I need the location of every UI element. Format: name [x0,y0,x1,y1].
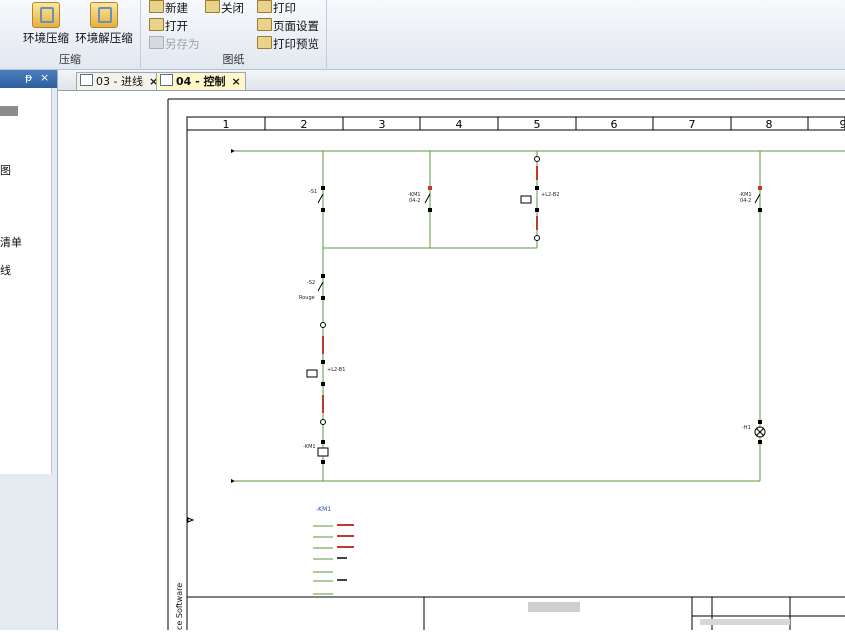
pin-icon[interactable]: ᵽ [25,71,32,84]
schematic-drawing: 1 2 3 4 5 6 7 8 9 [58,91,845,630]
save-as-icon [149,36,164,49]
print-preview-label: 打印预览 [273,37,319,51]
ribbon-group-compress: 环境压缩 环境解压缩 压缩 [0,0,141,68]
column-header-strip [187,117,845,130]
s1-contact[interactable] [318,186,325,212]
close-label: 关闭 [221,1,244,15]
l2-b1-label: +L2-B1 [327,367,345,373]
column-number: 3 [379,118,386,131]
new-icon [149,0,164,13]
column-number: 6 [611,118,618,131]
tab-close-icon[interactable]: × [232,75,241,88]
page-setup-button[interactable]: 页面设置 [257,18,319,35]
ribbon-toolbar: 环境压缩 环境解压缩 压缩 新建 关闭 打印 打开 页面设置 另存为 打印预览 … [0,0,845,70]
folder-close-icon [205,0,220,13]
km1-coil[interactable] [318,440,328,464]
open-label: 打开 [165,19,188,33]
drawing-icon [160,74,173,86]
tab-label: 03 - 进线 [96,75,143,88]
terminal [321,420,326,425]
page-setup-label: 页面设置 [273,19,319,33]
drawing-canvas[interactable]: 1 2 3 4 5 6 7 8 9 [58,91,845,630]
env-decompress-label: 环境解压缩 [75,31,133,45]
document-tabs: 03 - 进线× 04 - 控制 × [58,70,845,91]
ribbon-group-drawing: 新建 关闭 打印 打开 页面设置 另存为 打印预览 图纸 [141,0,327,68]
tree-item-list[interactable]: 清单 [0,234,22,250]
tab-04-control[interactable]: 04 - 控制 × [156,72,246,90]
column-number: 9 [840,118,845,131]
l2-b2-label: +L2-B2 [541,192,559,198]
km1-aux-contact-b[interactable] [755,186,762,212]
blurred-info [700,619,790,625]
h1-lamp-icon[interactable] [755,420,765,444]
vendor-side-text: ce Software [175,583,184,630]
tab-label: 04 - 控制 [176,75,226,88]
env-decompress-button[interactable]: 环境解压缩 [72,2,136,46]
print-label: 打印 [273,1,296,15]
selected-row-bar [0,106,18,116]
s2-label: -S2 [307,280,315,286]
print-button[interactable]: 打印 [257,0,296,17]
left-panel-header: ᵽ × [0,70,57,88]
left-panel-tree: 图 清单 线 [0,88,52,474]
page-setup-icon [257,18,272,31]
km1-aux-contact-a[interactable] [425,186,432,212]
printer-icon [257,0,272,13]
marker-arrow [188,518,193,522]
column-number: 1 [223,118,230,131]
terminal-block [535,208,539,212]
print-preview-icon [257,36,272,49]
env-compress-icon [32,2,60,28]
close-drawing-button[interactable]: 关闭 [205,0,244,17]
tab-03-incoming[interactable]: 03 - 进线× [76,72,163,90]
blurred-title [528,602,580,612]
column-number: 7 [689,118,696,131]
s2-contact[interactable] [318,274,325,300]
s1-label: -S1 [309,189,317,195]
folder-open-icon [149,18,164,31]
env-decompress-icon [90,2,118,28]
terminal-block [321,360,325,364]
env-compress-label: 环境压缩 [23,31,69,45]
rail-arrow [231,149,235,153]
h1-label: -H1 [742,425,751,431]
tree-item-wire[interactable]: 线 [0,262,11,278]
km1-ref-b: 04-2 [740,198,751,204]
rail-arrow [231,479,235,483]
save-as-label: 另存为 [165,37,200,51]
new-label: 新建 [165,1,188,15]
km1-coil-label: -KM1 [303,444,316,450]
close-icon[interactable]: × [40,71,49,84]
left-panel: ᵽ × 图 清单 线 [0,70,58,630]
sensor-b1-symbol[interactable] [307,370,317,377]
column-numbers: 1 2 3 4 5 6 7 8 9 [223,118,845,131]
terminal [321,323,326,328]
terminal-block [535,186,539,190]
drawing-icon [80,74,93,86]
xref-table [313,524,354,594]
terminal [535,236,540,241]
km1-ref-a: 04-2 [409,198,420,204]
column-number: 2 [301,118,308,131]
compress-group-title: 压缩 [0,51,140,67]
terminal-block [321,382,325,386]
rouge-label: Rouge [299,295,315,301]
terminal [535,157,540,162]
column-number: 5 [534,118,541,131]
sensor-b2-symbol[interactable] [521,196,531,203]
open-button[interactable]: 打开 [149,18,188,35]
new-button[interactable]: 新建 [149,0,188,17]
title-block [187,597,845,630]
xref-title: -KM1 [316,506,331,513]
column-number: 8 [766,118,773,131]
column-number: 4 [456,118,463,131]
tree-item-diagram[interactable]: 图 [0,162,11,178]
drawing-group-title: 图纸 [141,51,326,67]
env-compress-button[interactable]: 环境压缩 [20,2,72,46]
